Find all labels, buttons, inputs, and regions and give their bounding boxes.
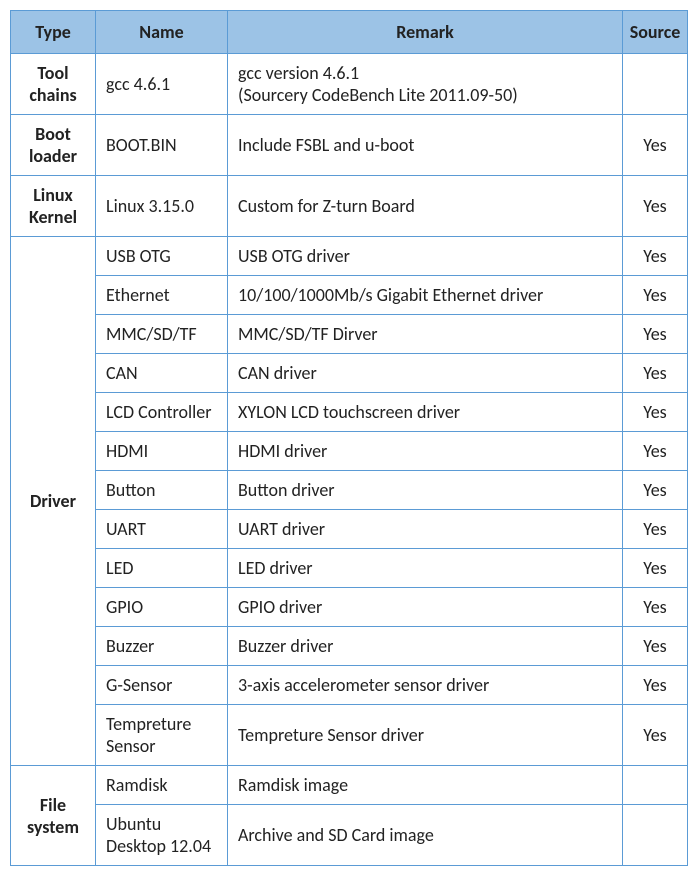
- table-row: UARTUART driverYes: [11, 510, 688, 549]
- source-cell: [623, 805, 688, 866]
- table-row: LEDLED driverYes: [11, 549, 688, 588]
- table-row: CANCAN driverYes: [11, 354, 688, 393]
- table-row: Tempreture SensorTempreture Sensor drive…: [11, 705, 688, 766]
- name-cell: Buzzer: [96, 627, 228, 666]
- remark-cell: GPIO driver: [228, 588, 623, 627]
- header-name: Name: [96, 11, 228, 54]
- remark-cell: XYLON LCD touchscreen driver: [228, 393, 623, 432]
- source-cell: Yes: [623, 666, 688, 705]
- header-type: Type: [11, 11, 96, 54]
- source-cell: Yes: [623, 115, 688, 176]
- source-cell: Yes: [623, 588, 688, 627]
- type-cell: Toolchains: [11, 54, 96, 115]
- remark-cell: Include FSBL and u-boot: [228, 115, 623, 176]
- table-row: G-Sensor3-axis accelerometer sensor driv…: [11, 666, 688, 705]
- remark-cell: Custom for Z-turn Board: [228, 176, 623, 237]
- table-row: LCD ControllerXYLON LCD touchscreen driv…: [11, 393, 688, 432]
- software-table: Type Name Remark Source Toolchainsgcc 4.…: [10, 10, 688, 866]
- source-cell: Yes: [623, 432, 688, 471]
- source-cell: Yes: [623, 471, 688, 510]
- remark-cell: UART driver: [228, 510, 623, 549]
- header-remark: Remark: [228, 11, 623, 54]
- type-cell: Driver: [11, 237, 96, 766]
- name-cell: LED: [96, 549, 228, 588]
- table-header-row: Type Name Remark Source: [11, 11, 688, 54]
- table-row: HDMIHDMI driverYes: [11, 432, 688, 471]
- remark-cell: Archive and SD Card image: [228, 805, 623, 866]
- table-row: FilesystemRamdiskRamdisk image: [11, 766, 688, 805]
- name-cell: MMC/SD/TF: [96, 315, 228, 354]
- name-cell: Linux 3.15.0: [96, 176, 228, 237]
- remark-cell: 10/100/1000Mb/s Gigabit Ethernet driver: [228, 276, 623, 315]
- type-cell: Filesystem: [11, 766, 96, 866]
- remark-cell: HDMI driver: [228, 432, 623, 471]
- source-cell: Yes: [623, 176, 688, 237]
- name-cell: GPIO: [96, 588, 228, 627]
- table-row: BootloaderBOOT.BINInclude FSBL and u-boo…: [11, 115, 688, 176]
- source-cell: [623, 766, 688, 805]
- name-cell: Ramdisk: [96, 766, 228, 805]
- source-cell: Yes: [623, 315, 688, 354]
- name-cell: LCD Controller: [96, 393, 228, 432]
- source-cell: Yes: [623, 705, 688, 766]
- source-cell: Yes: [623, 549, 688, 588]
- remark-cell: Tempreture Sensor driver: [228, 705, 623, 766]
- table-row: BuzzerBuzzer driverYes: [11, 627, 688, 666]
- source-cell: Yes: [623, 354, 688, 393]
- name-cell: BOOT.BIN: [96, 115, 228, 176]
- name-cell: UART: [96, 510, 228, 549]
- name-cell: USB OTG: [96, 237, 228, 276]
- name-cell: CAN: [96, 354, 228, 393]
- name-cell: G-Sensor: [96, 666, 228, 705]
- remark-cell: 3-axis accelerometer sensor driver: [228, 666, 623, 705]
- name-cell: HDMI: [96, 432, 228, 471]
- name-cell: Ubuntu Desktop 12.04: [96, 805, 228, 866]
- table-row: MMC/SD/TFMMC/SD/TF DirverYes: [11, 315, 688, 354]
- table-row: Ethernet10/100/1000Mb/s Gigabit Ethernet…: [11, 276, 688, 315]
- name-cell: gcc 4.6.1: [96, 54, 228, 115]
- type-cell: LinuxKernel: [11, 176, 96, 237]
- table-row: DriverUSB OTGUSB OTG driverYes: [11, 237, 688, 276]
- table-row: GPIOGPIO driverYes: [11, 588, 688, 627]
- source-cell: [623, 54, 688, 115]
- remark-cell: MMC/SD/TF Dirver: [228, 315, 623, 354]
- table-row: Toolchainsgcc 4.6.1gcc version 4.6.1(Sou…: [11, 54, 688, 115]
- name-cell: Button: [96, 471, 228, 510]
- remark-cell: USB OTG driver: [228, 237, 623, 276]
- table-row: LinuxKernelLinux 3.15.0Custom for Z-turn…: [11, 176, 688, 237]
- remark-cell: gcc version 4.6.1(Sourcery CodeBench Lit…: [228, 54, 623, 115]
- source-cell: Yes: [623, 393, 688, 432]
- source-cell: Yes: [623, 237, 688, 276]
- remark-cell: Button driver: [228, 471, 623, 510]
- remark-cell: Buzzer driver: [228, 627, 623, 666]
- remark-cell: LED driver: [228, 549, 623, 588]
- source-cell: Yes: [623, 510, 688, 549]
- source-cell: Yes: [623, 276, 688, 315]
- source-cell: Yes: [623, 627, 688, 666]
- table-row: Ubuntu Desktop 12.04Archive and SD Card …: [11, 805, 688, 866]
- name-cell: Tempreture Sensor: [96, 705, 228, 766]
- table-row: ButtonButton driverYes: [11, 471, 688, 510]
- remark-cell: CAN driver: [228, 354, 623, 393]
- header-source: Source: [623, 11, 688, 54]
- remark-cell: Ramdisk image: [228, 766, 623, 805]
- name-cell: Ethernet: [96, 276, 228, 315]
- type-cell: Bootloader: [11, 115, 96, 176]
